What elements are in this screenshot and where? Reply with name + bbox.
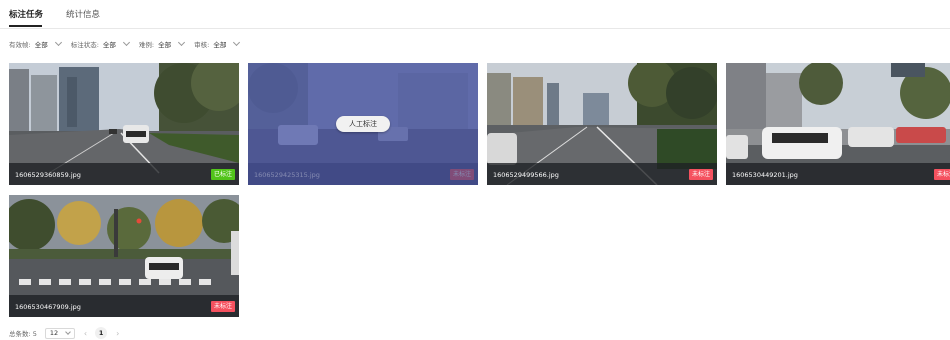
image-card[interactable]: 1606530467909.jpg 未标注 <box>9 195 239 317</box>
filter-value: 全部 <box>213 41 227 49</box>
filter-label: 审核: <box>194 41 210 49</box>
image-card[interactable]: 1606530449201.jpg 未标注 <box>726 63 950 185</box>
filter-annotation-status[interactable]: 标注状态: 全部 <box>70 38 130 49</box>
filter-label: 有效帧: <box>9 41 31 49</box>
chevron-down-icon <box>54 38 62 47</box>
chevron-down-icon <box>65 329 71 335</box>
status-badge: 未标注 <box>933 169 950 180</box>
filter-label: 难例: <box>138 41 155 49</box>
tab-bar: 标注任务 统计信息 <box>0 0 950 29</box>
filter-bar: 有效帧: 全部 标注状态: 全部 难例: 全部 审核: 全部 <box>9 38 249 50</box>
filter-hard-example[interactable]: 难例: 全部 <box>138 38 186 49</box>
page-size-value: 12 <box>49 329 59 337</box>
image-filename: 1606529425315.jpg <box>254 171 320 179</box>
chevron-down-icon <box>178 38 186 47</box>
image-filename: 1606529360859.jpg <box>15 171 81 179</box>
filter-label: 标注状态: <box>70 41 99 49</box>
image-card[interactable]: 1606529499566.jpg 未标注 <box>487 63 717 185</box>
status-badge: 已标注 <box>210 169 235 180</box>
image-filename: 1606529499566.jpg <box>493 171 559 179</box>
pagination: 总条数: 5 12 ‹ 1 › <box>9 326 119 340</box>
tab-annotation-tasks[interactable]: 标注任务 <box>9 9 43 21</box>
filter-review[interactable]: 审核: 全部 <box>194 38 241 49</box>
page-size-select[interactable]: 12 <box>44 327 75 339</box>
manual-annotate-button[interactable]: 人工标注 <box>336 116 390 132</box>
chevron-left-icon[interactable]: ‹ <box>84 329 87 338</box>
chevron-down-icon <box>233 38 241 47</box>
chevron-down-icon <box>122 38 130 47</box>
status-badge: 未标注 <box>688 169 713 180</box>
image-filename: 1606530449201.jpg <box>732 171 798 179</box>
active-tab-indicator <box>9 25 42 27</box>
filter-valid-frame[interactable]: 有效帧: 全部 <box>9 38 62 49</box>
status-badge: 未标注 <box>449 169 474 180</box>
filter-value: 全部 <box>34 41 48 49</box>
image-filename: 1606530467909.jpg <box>15 303 81 311</box>
chevron-right-icon[interactable]: › <box>116 329 119 338</box>
image-card[interactable]: 1606529360859.jpg 已标注 <box>9 63 239 185</box>
total-count: 总条数: 5 <box>9 330 37 338</box>
tab-statistics[interactable]: 统计信息 <box>66 9 100 21</box>
filter-value: 全部 <box>102 41 116 49</box>
status-badge: 未标注 <box>210 301 235 312</box>
filter-value: 全部 <box>158 41 172 49</box>
page-number-current[interactable]: 1 <box>95 327 108 339</box>
image-card[interactable]: 1606529425315.jpg 未标注 人工标注 <box>248 63 478 185</box>
